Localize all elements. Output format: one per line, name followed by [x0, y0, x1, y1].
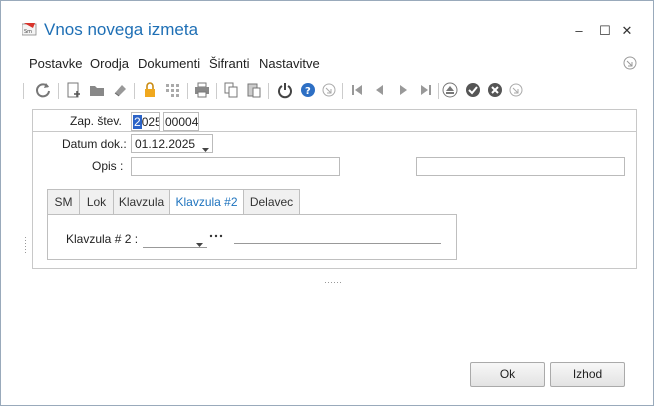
paste-icon[interactable] — [245, 81, 263, 99]
arrow-circle-icon[interactable] — [507, 81, 525, 99]
eject-icon[interactable] — [441, 81, 459, 99]
arrow-circle-icon[interactable] — [320, 81, 338, 99]
refresh-icon[interactable] — [34, 81, 52, 99]
opis-input[interactable] — [131, 157, 340, 176]
zap-number-input[interactable]: 00004 — [163, 112, 199, 131]
klavzula-2-label: Klavzula # 2 : — [66, 232, 139, 246]
toolbar: ? — [23, 81, 633, 101]
menu-postavke[interactable]: Postavke — [29, 56, 82, 71]
copy-icon[interactable] — [222, 81, 240, 99]
menu-dokumenti[interactable]: Dokumenti — [138, 56, 200, 71]
toolbar-separator — [216, 83, 217, 99]
eraser-icon[interactable] — [111, 81, 129, 99]
chevron-down-icon[interactable] — [202, 141, 209, 152]
tab-lok[interactable]: Lok — [79, 189, 114, 215]
app-logo-icon: Sm — [21, 22, 38, 36]
izhod-button[interactable]: Izhod — [550, 362, 625, 387]
title-bar: Sm Vnos novega izmeta – ☐ ✕ — [1, 1, 653, 43]
cancel-icon[interactable] — [486, 81, 504, 99]
ellipsis-button[interactable] — [209, 231, 223, 244]
chevron-down-icon[interactable] — [196, 236, 203, 250]
toolbar-separator — [58, 83, 59, 99]
datum-input[interactable]: 01.12.2025 — [131, 134, 213, 153]
ok-button[interactable]: Ok — [470, 362, 545, 387]
zap-year-input[interactable]: 2025 — [131, 112, 160, 131]
datum-value: 01.12.2025 — [135, 137, 196, 151]
tab-klavzula[interactable]: Klavzula — [113, 189, 170, 215]
lock-icon[interactable] — [141, 81, 159, 99]
tab-delavec[interactable]: Delavec — [243, 189, 300, 215]
window-title: Vnos novega izmeta — [44, 20, 199, 39]
print-icon[interactable] — [193, 81, 211, 99]
grid-icon[interactable] — [164, 81, 182, 99]
toolbar-separator — [187, 83, 188, 99]
confirm-icon[interactable] — [464, 81, 482, 99]
new-document-icon[interactable] — [65, 81, 83, 99]
divider — [32, 131, 637, 132]
klavzula-2-description — [234, 225, 441, 244]
first-record-icon[interactable] — [348, 81, 366, 99]
splitter-grip-icon[interactable] — [325, 273, 343, 283]
prev-record-icon[interactable] — [371, 81, 389, 99]
zap-stev-label: Zap. štev. — [70, 114, 122, 128]
maximize-button[interactable]: ☐ — [595, 21, 615, 41]
close-button[interactable]: ✕ — [617, 21, 637, 41]
toolbar-separator — [268, 83, 269, 99]
toolbar-separator — [342, 83, 343, 99]
resize-grip-icon[interactable] — [25, 237, 27, 253]
datum-label: Datum dok.: — [62, 137, 127, 151]
next-record-icon[interactable] — [394, 81, 412, 99]
tab-klavzula-2[interactable]: Klavzula #2 — [169, 189, 244, 216]
last-record-icon[interactable] — [417, 81, 435, 99]
open-folder-icon[interactable] — [88, 81, 106, 99]
tab-sm[interactable]: SM — [47, 189, 80, 215]
menu-sifranti[interactable]: Šifranti — [209, 56, 249, 71]
toolbar-separator — [438, 83, 439, 99]
menu-orodja[interactable]: Orodja — [90, 56, 129, 71]
toolbar-separator — [23, 83, 24, 99]
minimize-button[interactable]: – — [569, 21, 589, 41]
svg-text:Sm: Sm — [24, 29, 32, 35]
collapse-ribbon-icon[interactable] — [623, 56, 637, 70]
menu-nastavitve[interactable]: Nastavitve — [259, 56, 320, 71]
power-icon[interactable] — [276, 81, 294, 99]
svg-text:?: ? — [305, 86, 311, 97]
zap-year-rest: 025 — [141, 115, 160, 129]
zap-year-selected: 2 — [133, 115, 142, 129]
active-tab-join — [171, 215, 245, 217]
opis-secondary-input[interactable] — [416, 157, 625, 176]
toolbar-separator — [134, 83, 135, 99]
help-icon[interactable]: ? — [299, 81, 317, 99]
opis-label: Opis : — [92, 159, 124, 173]
dialog-window: Sm Vnos novega izmeta – ☐ ✕ Postavke Oro… — [0, 0, 654, 406]
